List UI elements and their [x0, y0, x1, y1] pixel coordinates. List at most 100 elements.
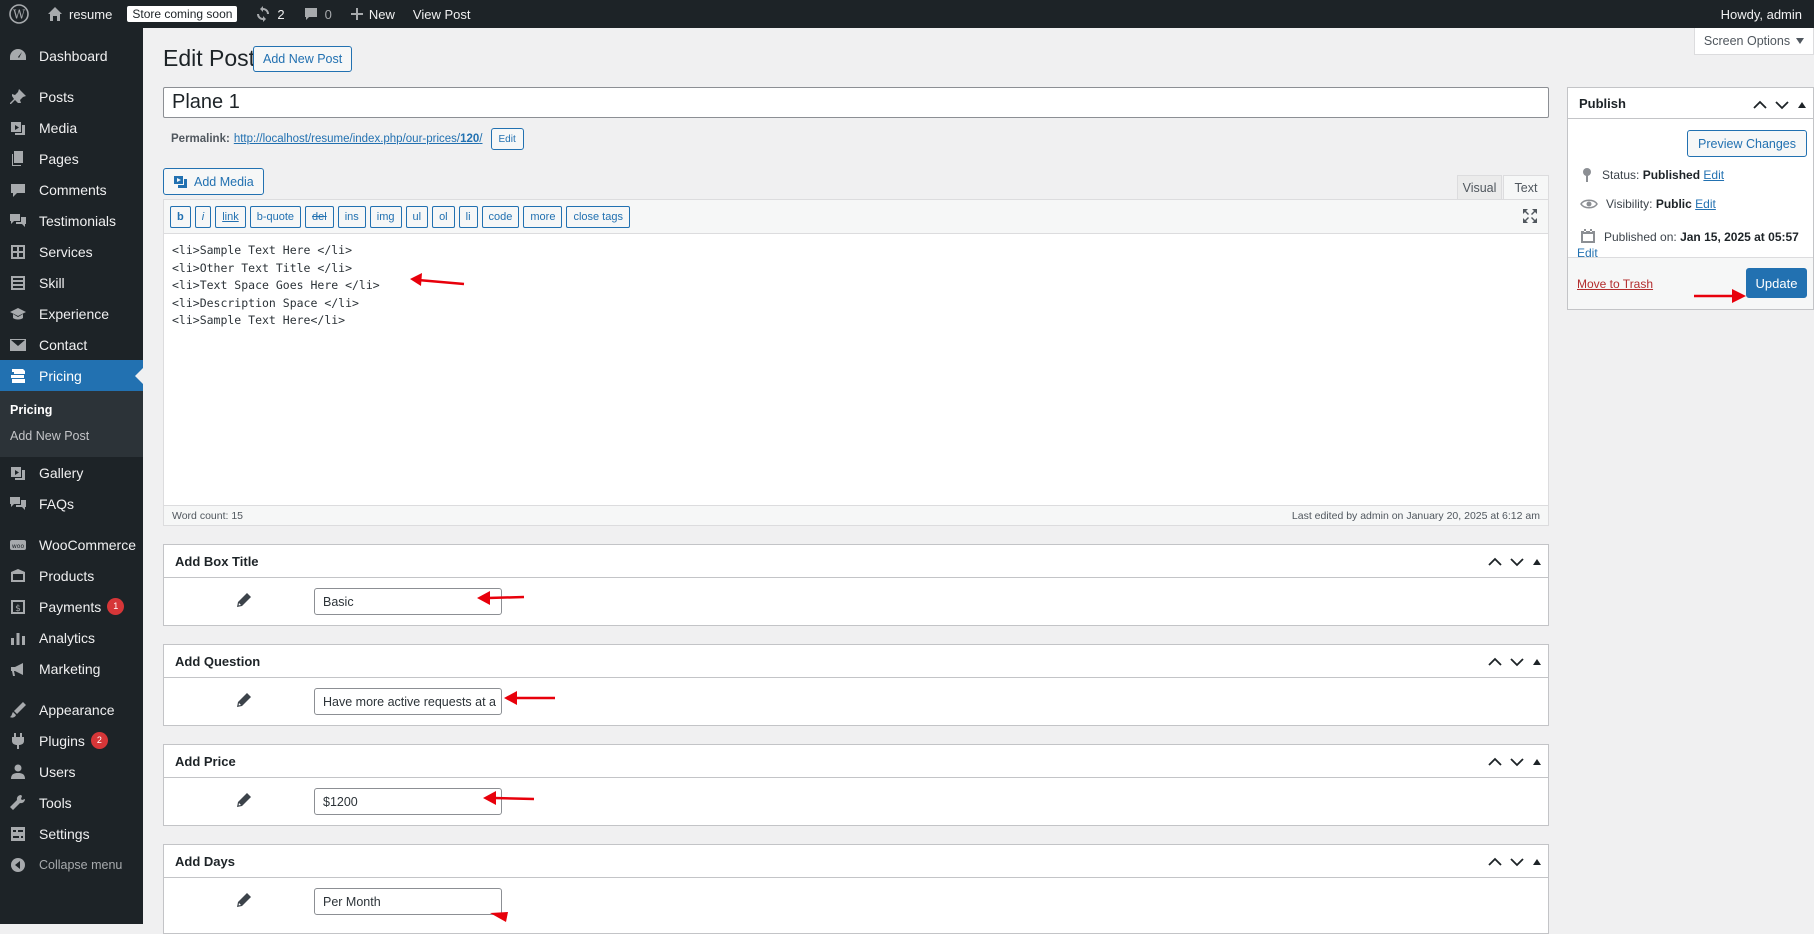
menu-payments[interactable]: $ Payments 1	[0, 591, 143, 622]
move-to-trash-link[interactable]: Move to Trash	[1577, 277, 1653, 291]
code-line: <li>Text Space Goes Here </li>	[172, 278, 380, 292]
metabox-header: Add Box Title	[164, 545, 1548, 578]
calendar-icon	[1581, 229, 1595, 243]
move-down-icon[interactable]	[1510, 857, 1524, 867]
annotation-arrow-icon	[410, 273, 465, 286]
menu-label: Posts	[39, 88, 75, 105]
permalink-tail: /	[479, 133, 483, 145]
menu-marketing[interactable]: Marketing	[0, 653, 143, 684]
submenu-pricing[interactable]: Pricing	[0, 397, 143, 423]
mail-icon	[8, 335, 28, 355]
content-textarea[interactable]: <li>Sample Text Here </li> <li>Other Tex…	[164, 234, 1548, 505]
move-up-icon[interactable]	[1488, 657, 1502, 667]
status-value: Published	[1642, 168, 1701, 182]
new-content-link[interactable]: New	[341, 0, 404, 28]
menu-pricing[interactable]: Pricing	[0, 360, 143, 391]
store-coming-soon-link[interactable]: Store coming soon	[121, 0, 246, 28]
menu-tools[interactable]: Tools	[0, 787, 143, 818]
visibility-label: Visibility:	[1606, 197, 1653, 211]
qt-blockquote-button[interactable]: b-quote	[249, 205, 302, 228]
menu-label: Pricing	[39, 367, 82, 384]
annotation-arrow-icon	[504, 691, 555, 705]
comments-link[interactable]: 0	[294, 0, 341, 28]
tab-visual[interactable]: Visual	[1457, 175, 1502, 200]
menu-experience[interactable]: Experience	[0, 298, 143, 329]
toggle-panel-icon[interactable]	[1532, 658, 1542, 666]
add-media-button[interactable]: Add Media	[163, 168, 264, 195]
menu-woocommerce[interactable]: woo WooCommerce	[0, 529, 143, 560]
menu-products[interactable]: Products	[0, 560, 143, 591]
menu-settings[interactable]: Settings	[0, 818, 143, 849]
media-icon	[8, 118, 28, 138]
menu-label: Analytics	[39, 629, 96, 646]
qt-italic-button[interactable]: i	[194, 205, 212, 228]
move-up-icon[interactable]	[1488, 757, 1502, 767]
qt-ins-button[interactable]: ins	[337, 205, 366, 228]
editor-status-bar: Word count: 15 Last edited by admin on J…	[164, 505, 1548, 525]
howdy-account-link[interactable]: Howdy, admin	[1712, 0, 1814, 28]
qt-del-button[interactable]: del	[305, 205, 334, 228]
qt-bold-button[interactable]: b	[170, 205, 191, 228]
post-title-input[interactable]: Plane 1	[163, 87, 1549, 118]
price-input[interactable]: $1200	[314, 788, 502, 815]
pricing-submenu: Pricing Add New Post	[0, 391, 143, 457]
menu-skill[interactable]: Skill	[0, 267, 143, 298]
permalink-edit-button[interactable]: Edit	[490, 128, 524, 150]
updates-link[interactable]: 2	[246, 0, 293, 28]
toggle-panel-icon[interactable]	[1532, 758, 1542, 766]
add-new-post-button[interactable]: Add New Post	[253, 46, 353, 72]
toggle-panel-icon[interactable]	[1532, 858, 1542, 866]
qt-code-button[interactable]: code	[481, 205, 520, 228]
submenu-add-new-post[interactable]: Add New Post	[0, 423, 143, 449]
menu-dashboard[interactable]: Dashboard	[0, 40, 143, 71]
menu-faqs[interactable]: FAQs	[0, 488, 143, 519]
status-edit-link[interactable]: Edit	[1703, 168, 1724, 182]
permalink-link[interactable]: http://localhost/resume/index.php/our-pr…	[234, 133, 483, 145]
menu-pages[interactable]: Pages	[0, 143, 143, 174]
menu-gallery[interactable]: Gallery	[0, 457, 143, 488]
qt-ol-button[interactable]: ol	[432, 205, 455, 228]
move-down-icon[interactable]	[1510, 557, 1524, 567]
menu-appearance[interactable]: Appearance	[0, 694, 143, 725]
menu-analytics[interactable]: Analytics	[0, 622, 143, 653]
days-input[interactable]: Per Month	[314, 888, 502, 915]
plus-icon	[350, 8, 363, 20]
toggle-panel-icon[interactable]	[1797, 101, 1807, 109]
wordpress-logo-icon[interactable]: W	[0, 0, 38, 28]
visibility-edit-link[interactable]: Edit	[1695, 197, 1716, 211]
menu-plugins[interactable]: Plugins 2	[0, 725, 143, 756]
users-icon	[8, 762, 28, 782]
qt-link-button[interactable]: link	[215, 205, 246, 228]
question-input[interactable]: Have more active requests at a	[314, 688, 502, 715]
qt-ul-button[interactable]: ul	[405, 205, 429, 228]
move-up-icon[interactable]	[1488, 557, 1502, 567]
published-value: Jan 15, 2025 at 05:57	[1680, 230, 1799, 244]
fullscreen-icon[interactable]	[1522, 208, 1538, 224]
menu-media[interactable]: Media	[0, 112, 143, 143]
menu-posts[interactable]: Posts	[0, 81, 143, 112]
move-up-icon[interactable]	[1488, 857, 1502, 867]
menu-services[interactable]: Services	[0, 236, 143, 267]
toggle-panel-icon[interactable]	[1532, 558, 1542, 566]
move-down-icon[interactable]	[1510, 757, 1524, 767]
pencil-icon	[237, 693, 251, 707]
qt-close-tags-button[interactable]: close tags	[566, 205, 630, 228]
menu-comments[interactable]: Comments	[0, 174, 143, 205]
view-post-link[interactable]: View Post	[404, 0, 480, 28]
move-down-icon[interactable]	[1510, 657, 1524, 667]
move-up-icon[interactable]	[1753, 100, 1767, 110]
update-button[interactable]: Update	[1746, 268, 1807, 298]
tab-text[interactable]: Text	[1503, 175, 1549, 200]
qt-more-button[interactable]: more	[523, 205, 563, 228]
collapse-menu-button[interactable]: Collapse menu	[0, 849, 143, 880]
menu-testimonials[interactable]: Testimonials	[0, 205, 143, 236]
move-down-icon[interactable]	[1775, 100, 1789, 110]
box-title-input[interactable]: Basic	[314, 588, 502, 615]
screen-options-toggle[interactable]: Screen Options	[1694, 28, 1814, 55]
site-name-link[interactable]: resume	[38, 0, 121, 28]
qt-img-button[interactable]: img	[369, 205, 402, 228]
menu-users[interactable]: Users	[0, 756, 143, 787]
menu-contact[interactable]: Contact	[0, 329, 143, 360]
qt-li-button[interactable]: li	[458, 205, 478, 228]
preview-changes-button[interactable]: Preview Changes	[1687, 130, 1807, 157]
